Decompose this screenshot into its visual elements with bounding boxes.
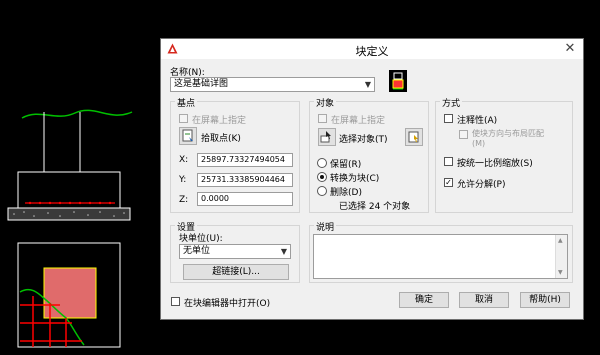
allow-exploding-label: 允许分解(P) [457,180,506,190]
select-objects-icon [320,131,331,143]
annotative-label: 注释性(A) [457,116,498,126]
description-group-label: 说明 [314,220,337,233]
description-textarea[interactable]: ▲ ▼ [313,234,568,279]
base-point-group-label: 基点 [175,96,198,109]
selected-count-text: 已选择 24 个对象 [339,202,411,212]
block-unit-label: 块单位(U): [179,234,223,244]
dialog-titlebar[interactable]: 块定义 ✕ [161,39,583,59]
open-in-editor-label: 在块编辑器中打开(O) [184,299,271,309]
base-point-specify-checkbox[interactable] [179,114,188,123]
ok-button[interactable]: 确定 [399,292,449,308]
delete-radio[interactable] [317,186,327,196]
description-scrollbar[interactable]: ▲ ▼ [555,235,567,278]
select-objects-label[interactable]: 选择对象(T) [339,132,388,145]
x-label: X: [179,155,189,165]
match-orientation-checkbox[interactable] [459,130,468,139]
objects-specify-label: 在屏幕上指定 [331,116,386,126]
cancel-button[interactable]: 取消 [459,292,509,308]
name-value: 这是基础详图 [174,79,229,89]
hyperlink-button[interactable]: 超链接(L)... [183,264,289,280]
z-coordinate-input[interactable]: 0.0000 [197,192,293,206]
convert-to-block-radio[interactable] [317,172,327,182]
dialog-title: 块定义 [355,45,389,58]
chevron-down-icon: ▼ [280,247,287,256]
objects-specify-checkbox[interactable] [318,114,327,123]
pick-point-label[interactable]: 拾取点(K) [201,131,241,144]
select-objects-button[interactable] [318,128,336,146]
help-button[interactable]: 帮助(H) [520,292,570,308]
name-combobox[interactable]: 这是基础详图 ▼ [170,77,375,92]
foundation-detail-lower [17,242,121,348]
retain-radio[interactable] [317,158,327,168]
scale-uniformly-label: 按统一比例缩放(S) [457,159,533,169]
x-coordinate-input[interactable]: 25897.73327494054 [197,153,293,167]
scale-uniformly-checkbox[interactable] [444,157,453,166]
retain-label: 保留(R) [330,160,362,170]
open-in-editor-checkbox[interactable] [171,297,180,306]
block-unit-select[interactable]: 无单位 ▼ [179,244,291,259]
y-label: Y: [179,175,187,185]
z-label: Z: [179,195,189,205]
close-icon[interactable]: ✕ [561,41,579,57]
convert-to-block-label: 转换为块(C) [330,174,380,184]
match-orientation-label: 使块方向与布局匹配(M) [472,129,544,148]
foundation-detail-upper [7,109,133,221]
quick-select-button[interactable] [405,128,423,146]
pick-point-button[interactable] [179,127,197,145]
annotative-checkbox[interactable] [444,114,453,123]
block-preview-icon [389,70,407,92]
block-unit-value: 无单位 [183,246,211,256]
allow-exploding-checkbox[interactable]: ✓ [444,178,453,187]
delete-label: 删除(D) [330,188,362,198]
pick-point-icon [182,129,193,142]
block-definition-dialog: 块定义 ✕ 名称(N): 这是基础详图 ▼ 基点 在屏幕上指定 拾取点(K) X… [160,38,584,320]
chevron-down-icon: ▼ [364,80,371,89]
quick-select-icon [408,131,419,143]
behavior-group-label: 方式 [440,96,463,109]
base-point-specify-label: 在屏幕上指定 [192,116,247,126]
objects-group-label: 对象 [314,96,337,109]
y-coordinate-input[interactable]: 25731.33385904464 [197,173,293,187]
